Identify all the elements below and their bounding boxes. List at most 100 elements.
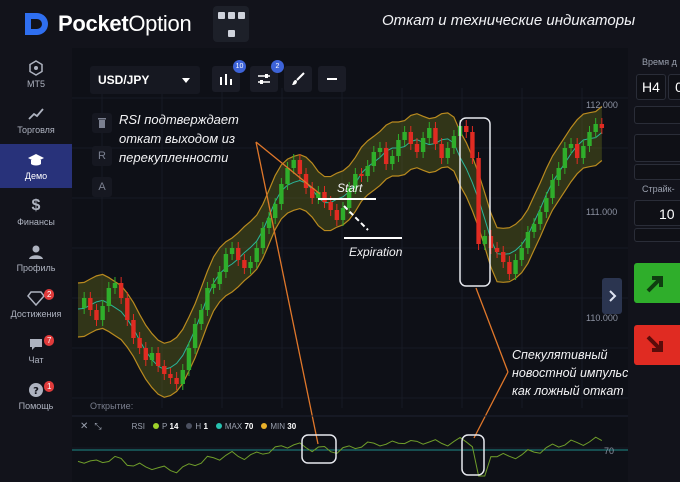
mt5-icon xyxy=(29,59,43,76)
close-icon[interactable]: ✕ xyxy=(80,421,88,432)
apps-grid-button[interactable] xyxy=(213,6,249,42)
candle-body xyxy=(328,202,333,210)
candle-body xyxy=(94,310,99,320)
timeframe-selector[interactable]: H4 xyxy=(636,74,666,100)
logo-text-bold: Pocket xyxy=(58,11,129,36)
candle-body xyxy=(494,248,500,252)
candle-body xyxy=(205,288,210,310)
sidebar-item-chat[interactable]: Чат 7 xyxy=(0,328,72,372)
arrow-up-right-icon xyxy=(646,276,663,293)
candle-body xyxy=(476,158,481,244)
rsi-label: RSI xyxy=(131,421,145,431)
candle-body xyxy=(149,353,155,360)
sidebar-item-profile[interactable]: Профиль xyxy=(0,236,72,280)
sidebar-item-mt5[interactable]: MT5 xyxy=(0,52,72,96)
candle-body xyxy=(192,324,198,348)
text-tool-button[interactable]: A xyxy=(92,177,112,197)
open-price-label: Открытие: xyxy=(90,401,134,411)
chevron-right-icon xyxy=(609,290,617,302)
user-icon xyxy=(29,245,43,259)
candle-body xyxy=(414,144,420,152)
candle-body xyxy=(236,248,241,260)
arrow-down-right-icon xyxy=(646,335,663,352)
sidebar-item-help[interactable]: ? Помощь 1 xyxy=(0,374,72,418)
candle-body xyxy=(581,146,586,158)
candle-body xyxy=(396,140,401,156)
candle-body xyxy=(420,138,426,152)
drawing-tools-button[interactable] xyxy=(284,66,312,92)
candle-body xyxy=(599,124,605,128)
candle-body xyxy=(81,298,87,308)
candle-body xyxy=(513,260,518,274)
sidebar-item-label: Финансы xyxy=(17,216,55,227)
candle-body xyxy=(550,180,555,198)
sell-down-button[interactable] xyxy=(634,325,680,365)
amount-input[interactable] xyxy=(634,134,680,162)
asset-pair-label: USD/JPY xyxy=(98,73,150,87)
param-value: 1 xyxy=(203,421,208,431)
candle-body xyxy=(248,262,253,268)
sidebar-item-achievements[interactable]: Достижения 2 xyxy=(0,282,72,326)
candle-body xyxy=(279,184,284,204)
min-dot-icon xyxy=(261,423,268,429)
rsi-annotation: RSI подтверждает откат выходом из переку… xyxy=(119,110,239,167)
candle-body xyxy=(242,260,247,268)
logo[interactable]: PocketOption xyxy=(22,11,192,37)
sidebar-item-demo[interactable]: Демо xyxy=(0,144,72,188)
dollar-icon: $ xyxy=(31,196,41,214)
candle-body xyxy=(544,198,549,212)
time-stepper[interactable] xyxy=(634,106,680,124)
candle-body xyxy=(112,283,118,288)
candle-body xyxy=(260,228,266,248)
param-value: 30 xyxy=(287,421,297,431)
indicators-button[interactable]: 2 xyxy=(250,60,284,92)
chart-type-button[interactable]: 10 xyxy=(212,60,246,92)
expand-panel-button[interactable] xyxy=(602,278,622,314)
candle-body xyxy=(88,298,93,310)
candle-body xyxy=(482,236,487,244)
sidebar-item-finance[interactable]: $ Финансы xyxy=(0,190,72,234)
candle-body xyxy=(433,128,438,144)
annotation-arrow xyxy=(475,287,509,373)
candle-body xyxy=(439,144,444,158)
chevron-down-icon xyxy=(182,78,190,83)
sidebar-item-label: Помощь xyxy=(18,400,54,411)
candle-body xyxy=(402,132,407,140)
settings-count-badge: 2 xyxy=(271,60,284,73)
buy-up-button[interactable] xyxy=(634,263,680,303)
max-dot-icon xyxy=(215,423,222,429)
time-input[interactable]: 0 xyxy=(668,74,680,100)
param-key: MAX xyxy=(224,421,243,431)
asset-selector[interactable]: USD/JPY xyxy=(90,66,200,94)
candle-body xyxy=(451,136,457,148)
rsi-param-min: MIN 30 xyxy=(261,422,296,431)
sidebar-item-trading[interactable]: Торговля xyxy=(0,98,72,142)
strike-stepper[interactable] xyxy=(634,228,680,242)
candle-body xyxy=(427,128,432,138)
amount-stepper[interactable] xyxy=(634,164,680,180)
trash-tool-button[interactable] xyxy=(92,113,112,133)
more-button[interactable] xyxy=(318,66,346,92)
candle-body xyxy=(525,232,531,248)
sidebar-item-label: Торговля xyxy=(17,124,55,135)
chat-icon xyxy=(30,338,42,350)
price-axis-label: 112.000 xyxy=(586,100,618,110)
candle-body xyxy=(223,254,229,272)
candle-body xyxy=(106,288,112,306)
strike-input[interactable]: 10 xyxy=(634,200,680,226)
rsi-line xyxy=(77,436,603,477)
candle-body xyxy=(168,374,173,378)
candle-body xyxy=(562,148,568,168)
candle-body xyxy=(507,262,512,274)
collapse-icon[interactable]: ⤡ xyxy=(94,421,101,432)
candle-body xyxy=(365,166,370,176)
graduation-cap-icon xyxy=(28,153,44,165)
candle-body xyxy=(131,320,136,338)
ray-tool-button[interactable]: R xyxy=(92,146,112,166)
candle-body xyxy=(390,156,395,164)
candle-body xyxy=(531,224,537,232)
sidebar-item-label: Демо xyxy=(24,170,48,181)
sliders-icon xyxy=(258,74,270,84)
candle-body xyxy=(291,160,296,168)
strike-label: Страйк- xyxy=(642,184,675,194)
